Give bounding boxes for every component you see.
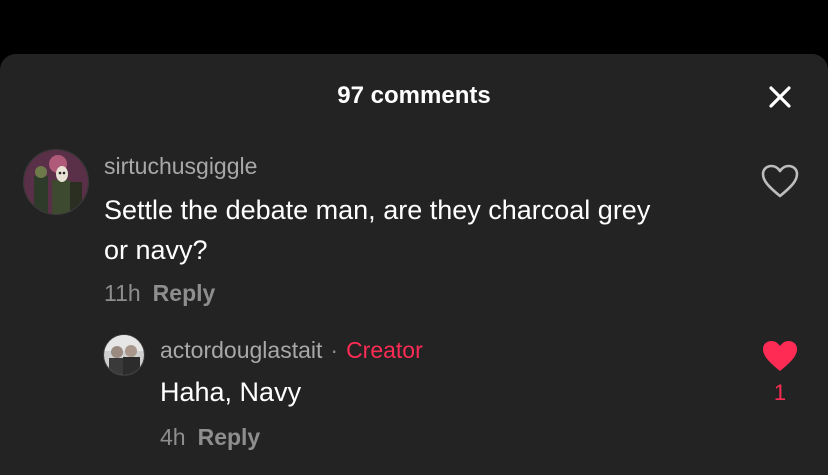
comment-text-line-1: Settle the debate man, are they charcoal… — [104, 195, 651, 225]
heart-filled-icon — [763, 341, 797, 371]
reply-button[interactable]: Reply — [153, 280, 216, 306]
reply-meta: 4h Reply — [160, 423, 260, 451]
separator-dot: · — [330, 337, 339, 363]
reply-like-button[interactable] — [760, 338, 800, 379]
comment-text-line-2: or navy? — [104, 235, 208, 265]
comment-username[interactable]: sirtuchusgiggle — [104, 152, 257, 180]
avatar-image — [24, 150, 88, 214]
close-icon — [769, 86, 791, 108]
reply-button[interactable]: Reply — [198, 424, 261, 450]
heart-outline-icon — [761, 164, 799, 198]
avatar[interactable] — [23, 149, 89, 215]
reply-text: Haha, Navy — [160, 377, 302, 407]
comment-meta: 11h Reply — [104, 279, 215, 307]
comment-timestamp: 11h — [104, 280, 141, 306]
comments-count-title: 97 comments — [337, 82, 491, 109]
comments-sheet: 97 comments sirtuchusgiggle Settle the d… — [0, 54, 828, 475]
avatar-image — [104, 335, 144, 375]
reply-header: actordouglastait · Creator — [160, 336, 423, 364]
reply-like-count: 1 — [773, 380, 787, 405]
close-button[interactable] — [763, 80, 797, 114]
reply-username[interactable]: actordouglastait — [160, 337, 322, 363]
like-button[interactable] — [760, 163, 800, 204]
reply-timestamp: 4h — [160, 424, 186, 450]
creator-badge: Creator — [346, 337, 423, 363]
reply-avatar[interactable] — [103, 334, 145, 376]
